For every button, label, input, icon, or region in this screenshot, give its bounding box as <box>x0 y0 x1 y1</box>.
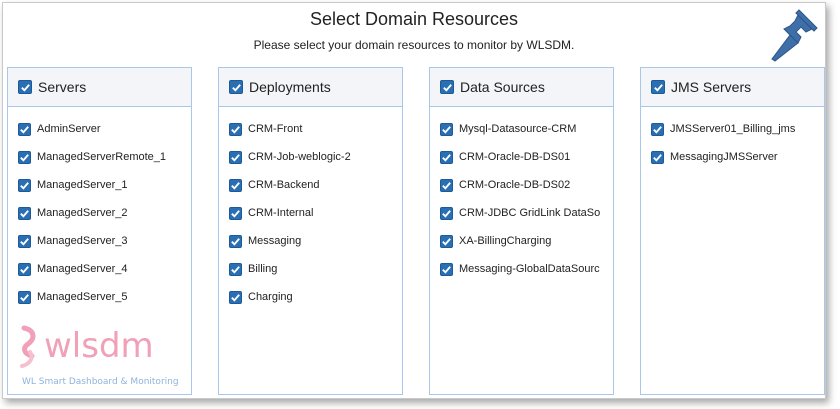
jms-server-item[interactable]: MessagingJMSServer <box>641 143 824 171</box>
item-label: ManagedServerRemote_1 <box>37 151 167 163</box>
item-label: Messaging-GlobalDataSourc <box>459 263 600 275</box>
servers-header-label: Servers <box>38 79 87 95</box>
data-sources-column: Data Sources Mysql-Datasource-CRM CRM-Or… <box>429 67 614 395</box>
deployments-column: Deployments CRM-Front CRM-Job-weblogic-2… <box>218 67 403 395</box>
data-sources-header[interactable]: Data Sources <box>430 68 613 107</box>
data-source-item[interactable]: Mysql-Datasource-CRM <box>430 115 613 143</box>
item-label: ManagedServer_3 <box>37 235 128 247</box>
server-item[interactable]: ManagedServerRemote_1 <box>8 143 191 171</box>
checkbox[interactable] <box>229 262 242 276</box>
wlsdm-logo-mark-icon <box>20 325 36 368</box>
checkbox[interactable] <box>18 206 31 220</box>
checkbox-deployments-all[interactable] <box>229 80 243 94</box>
item-label: XA-BillingCharging <box>459 235 552 247</box>
wlsdm-logo: wlsdm WL Smart Dashboard & Monitoring <box>12 322 184 392</box>
dialog-subtitle: Please select your domain resources to m… <box>253 38 575 52</box>
checkbox[interactable] <box>651 122 664 136</box>
item-label: Charging <box>248 291 293 303</box>
jms-server-item[interactable]: JMSServer01_Billing_jms <box>641 115 824 143</box>
checkbox[interactable] <box>440 234 453 248</box>
deployment-item[interactable]: CRM-Front <box>219 115 402 143</box>
deployment-item[interactable]: CRM-Job-weblogic-2 <box>219 143 402 171</box>
deployment-item[interactable]: CRM-Internal <box>219 199 402 227</box>
checkbox[interactable] <box>229 234 242 248</box>
checkbox[interactable] <box>440 178 453 192</box>
checkbox[interactable] <box>229 150 242 164</box>
data-source-item[interactable]: CRM-JDBC GridLink DataSo <box>430 199 613 227</box>
checkbox[interactable] <box>18 234 31 248</box>
data-source-item[interactable]: Messaging-GlobalDataSourc <box>430 255 613 283</box>
item-label: Messaging <box>248 235 302 247</box>
server-item[interactable]: ManagedServer_3 <box>8 227 191 255</box>
checkbox[interactable] <box>440 150 453 164</box>
logo-tagline: WL Smart Dashboard & Monitoring <box>22 377 179 387</box>
checkbox[interactable] <box>18 122 31 136</box>
checkbox[interactable] <box>440 262 453 276</box>
jms-servers-column: JMS Servers JMSServer01_Billing_jms Mess… <box>640 67 825 395</box>
deployments-header[interactable]: Deployments <box>219 68 402 107</box>
checkbox-data-sources-all[interactable] <box>440 80 454 94</box>
data-sources-header-label: Data Sources <box>460 79 545 95</box>
server-item[interactable]: ManagedServer_5 <box>8 283 191 311</box>
server-item[interactable]: ManagedServer_2 <box>8 199 191 227</box>
checkbox[interactable] <box>651 150 664 164</box>
item-label: ManagedServer_2 <box>37 207 128 219</box>
server-item[interactable]: ManagedServer_1 <box>8 171 191 199</box>
item-label: MessagingJMSServer <box>670 151 778 163</box>
server-item[interactable]: ManagedServer_4 <box>8 255 191 283</box>
logo-wordmark: wlsdm <box>44 326 154 366</box>
checkbox-servers-all[interactable] <box>18 80 32 94</box>
item-label: ManagedServer_4 <box>37 263 128 275</box>
checkbox[interactable] <box>18 262 31 276</box>
checkbox[interactable] <box>18 150 31 164</box>
deployment-item[interactable]: Billing <box>219 255 402 283</box>
checkbox-jms-servers-all[interactable] <box>651 80 665 94</box>
item-label: CRM-Job-weblogic-2 <box>248 151 351 163</box>
item-label: ManagedServer_1 <box>37 179 128 191</box>
pushpin-icon[interactable] <box>768 5 828 65</box>
item-label: Mysql-Datasource-CRM <box>459 123 577 135</box>
checkbox[interactable] <box>229 122 242 136</box>
checkbox[interactable] <box>229 206 242 220</box>
servers-column: Servers AdminServer ManagedServerRemote_… <box>7 67 192 395</box>
item-label: CRM-Backend <box>248 179 320 191</box>
item-label: CRM-JDBC GridLink DataSo <box>459 207 601 219</box>
checkbox[interactable] <box>229 178 242 192</box>
checkbox[interactable] <box>18 290 31 304</box>
dialog-title: Select Domain Resources <box>309 9 519 29</box>
data-source-item[interactable]: CRM-Oracle-DB-DS01 <box>430 143 613 171</box>
item-label: CRM-Oracle-DB-DS02 <box>459 179 571 191</box>
item-label: CRM-Internal <box>248 207 314 219</box>
item-label: JMSServer01_Billing_jms <box>670 123 796 135</box>
servers-header[interactable]: Servers <box>8 68 191 107</box>
select-domain-resources-dialog: Select Domain Resources Please select yo… <box>2 2 826 399</box>
item-label: CRM-Oracle-DB-DS01 <box>459 151 571 163</box>
deployment-item[interactable]: Charging <box>219 283 402 311</box>
checkbox[interactable] <box>18 178 31 192</box>
deployment-item[interactable]: Messaging <box>219 227 402 255</box>
item-label: AdminServer <box>37 123 101 135</box>
data-source-item[interactable]: CRM-Oracle-DB-DS02 <box>430 171 613 199</box>
item-label: Billing <box>248 263 278 275</box>
checkbox[interactable] <box>440 206 453 220</box>
deployments-header-label: Deployments <box>249 79 331 95</box>
jms-servers-header[interactable]: JMS Servers <box>641 68 824 107</box>
deployment-item[interactable]: CRM-Backend <box>219 171 402 199</box>
item-label: ManagedServer_5 <box>37 291 128 303</box>
data-source-item[interactable]: XA-BillingCharging <box>430 227 613 255</box>
item-label: CRM-Front <box>248 123 303 135</box>
checkbox[interactable] <box>229 290 242 304</box>
server-item[interactable]: AdminServer <box>8 115 191 143</box>
jms-servers-header-label: JMS Servers <box>671 79 752 95</box>
checkbox[interactable] <box>440 122 453 136</box>
